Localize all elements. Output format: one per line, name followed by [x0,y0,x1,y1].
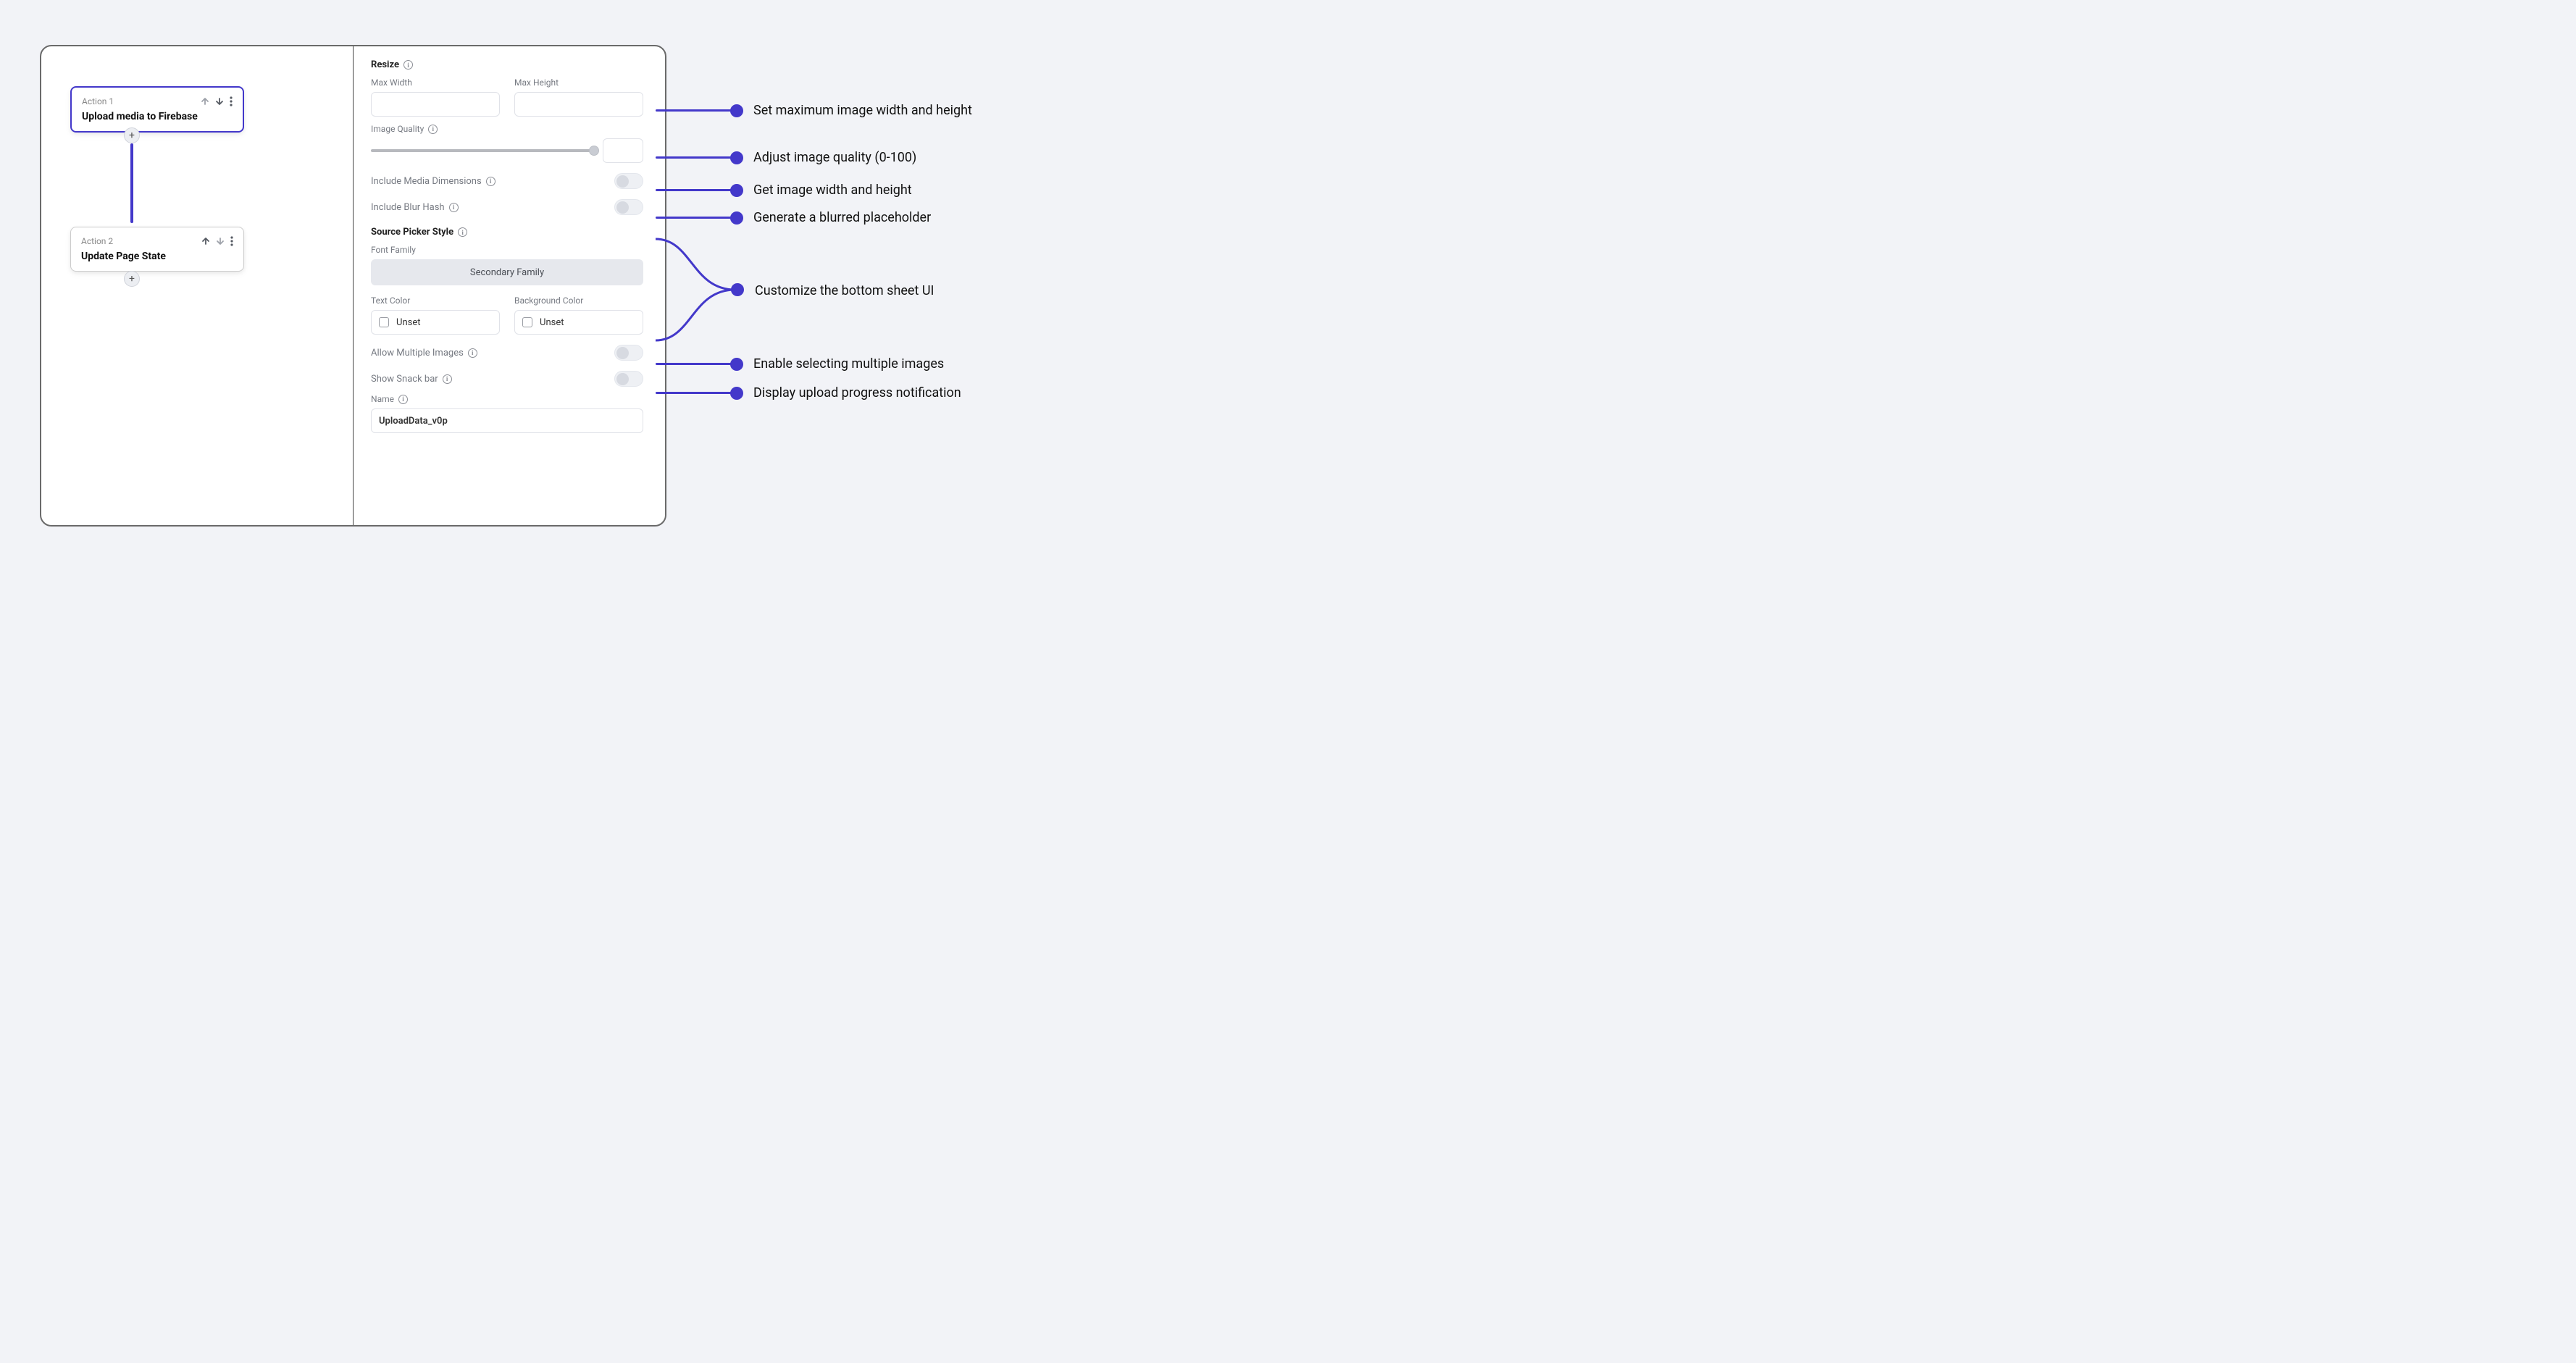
callout-blur: Generate a blurred placeholder [656,210,931,225]
properties-pane: Resize i Max Width Max Height Image Qual… [354,46,665,525]
allow-multiple-row: Allow Multiple Images i [371,345,643,361]
text-color-value: Unset [396,317,420,328]
info-icon[interactable]: i [443,374,452,384]
callout-text: Customize the bottom sheet UI [755,283,934,298]
move-down-icon[interactable] [216,237,225,246]
move-up-icon[interactable] [201,97,209,106]
slider-thumb[interactable] [589,146,599,156]
max-width-input[interactable] [371,92,500,117]
max-height-input[interactable] [514,92,643,117]
connector-line [130,143,133,223]
callout-picker: Customize the bottom sheet UI [745,283,934,298]
quality-input[interactable] [603,138,643,163]
text-color-input[interactable]: Unset [371,310,500,335]
snackbar-label: Show Snack bar [371,374,438,385]
include-dims-row: Include Media Dimensions i [371,173,643,189]
action-card-2[interactable]: Action 2 Update Page State [70,227,244,272]
image-quality-text: Image Quality [371,124,424,134]
add-action-button[interactable]: + [124,127,140,143]
action-index-label: Action 2 [81,236,113,246]
callout-text: Display upload progress notification [753,385,961,400]
more-icon[interactable] [230,96,233,106]
callout-text: Adjust image quality (0-100) [753,150,916,165]
card-icons [201,96,233,106]
callout-text: Enable selecting multiple images [753,356,944,372]
actions-canvas: Action 1 Upload media to Firebase + [41,46,353,525]
bg-color-input[interactable]: Unset [514,310,643,335]
callout-snack: Display upload progress notification [656,385,961,400]
card-header: Action 1 [82,96,233,106]
max-width-label: Max Width [371,77,500,88]
callout-multi: Enable selecting multiple images [656,356,944,372]
info-icon[interactable]: i [398,395,408,404]
font-family-selector[interactable]: Secondary Family [371,259,643,285]
move-up-icon[interactable] [201,237,210,246]
quality-slider-row [371,138,643,163]
app-window: Action 1 Upload media to Firebase + [40,45,666,527]
allow-multiple-toggle[interactable] [614,345,643,361]
callout-quality: Adjust image quality (0-100) [656,150,916,165]
include-dims-label: Include Media Dimensions [371,176,482,187]
add-action-button[interactable]: + [124,271,140,287]
info-icon[interactable]: i [468,348,477,358]
action-index-label: Action 1 [82,96,114,106]
image-quality-label: Image Quality i [371,124,643,134]
font-family-label: Font Family [371,245,643,255]
action-title: Upload media to Firebase [82,111,233,122]
include-blur-label: Include Blur Hash [371,202,445,213]
callout-text: Get image width and height [753,183,912,198]
callout-text: Generate a blurred placeholder [753,210,931,225]
allow-multiple-label: Allow Multiple Images [371,348,464,358]
info-icon[interactable]: i [449,203,459,212]
bg-color-value: Unset [540,317,564,328]
source-picker-title: Source Picker Style i [371,227,643,238]
font-family-value: Secondary Family [470,267,544,278]
name-label: Name i [371,394,643,404]
quality-slider[interactable] [371,149,594,152]
max-height-label: Max Height [514,77,643,88]
card-icons [201,236,233,246]
source-picker-label: Source Picker Style [371,227,453,238]
resize-label: Resize [371,59,399,70]
resize-section-title: Resize i [371,59,643,70]
action-title: Update Page State [81,251,233,262]
info-icon[interactable]: i [458,227,467,237]
include-blur-toggle[interactable] [614,199,643,215]
callout-bracket [656,232,750,348]
include-blur-row: Include Blur Hash i [371,199,643,215]
name-label-text: Name [371,394,394,404]
swatch-icon [522,317,532,327]
text-color-label: Text Color [371,295,500,306]
move-down-icon[interactable] [215,97,224,106]
name-input[interactable] [371,408,643,433]
action-card-1[interactable]: Action 1 Upload media to Firebase [70,86,244,133]
snackbar-toggle[interactable] [614,371,643,387]
callout-text: Set maximum image width and height [753,103,972,118]
snackbar-row: Show Snack bar i [371,371,643,387]
include-dims-toggle[interactable] [614,173,643,189]
callout-getdims: Get image width and height [656,183,912,198]
swatch-icon [379,317,389,327]
card-header: Action 2 [81,236,233,246]
info-icon[interactable]: i [428,125,438,134]
info-icon[interactable]: i [486,177,495,186]
more-icon[interactable] [230,236,233,246]
info-icon[interactable]: i [403,60,413,70]
bg-color-label: Background Color [514,295,643,306]
callout-dims: Set maximum image width and height [656,103,972,118]
